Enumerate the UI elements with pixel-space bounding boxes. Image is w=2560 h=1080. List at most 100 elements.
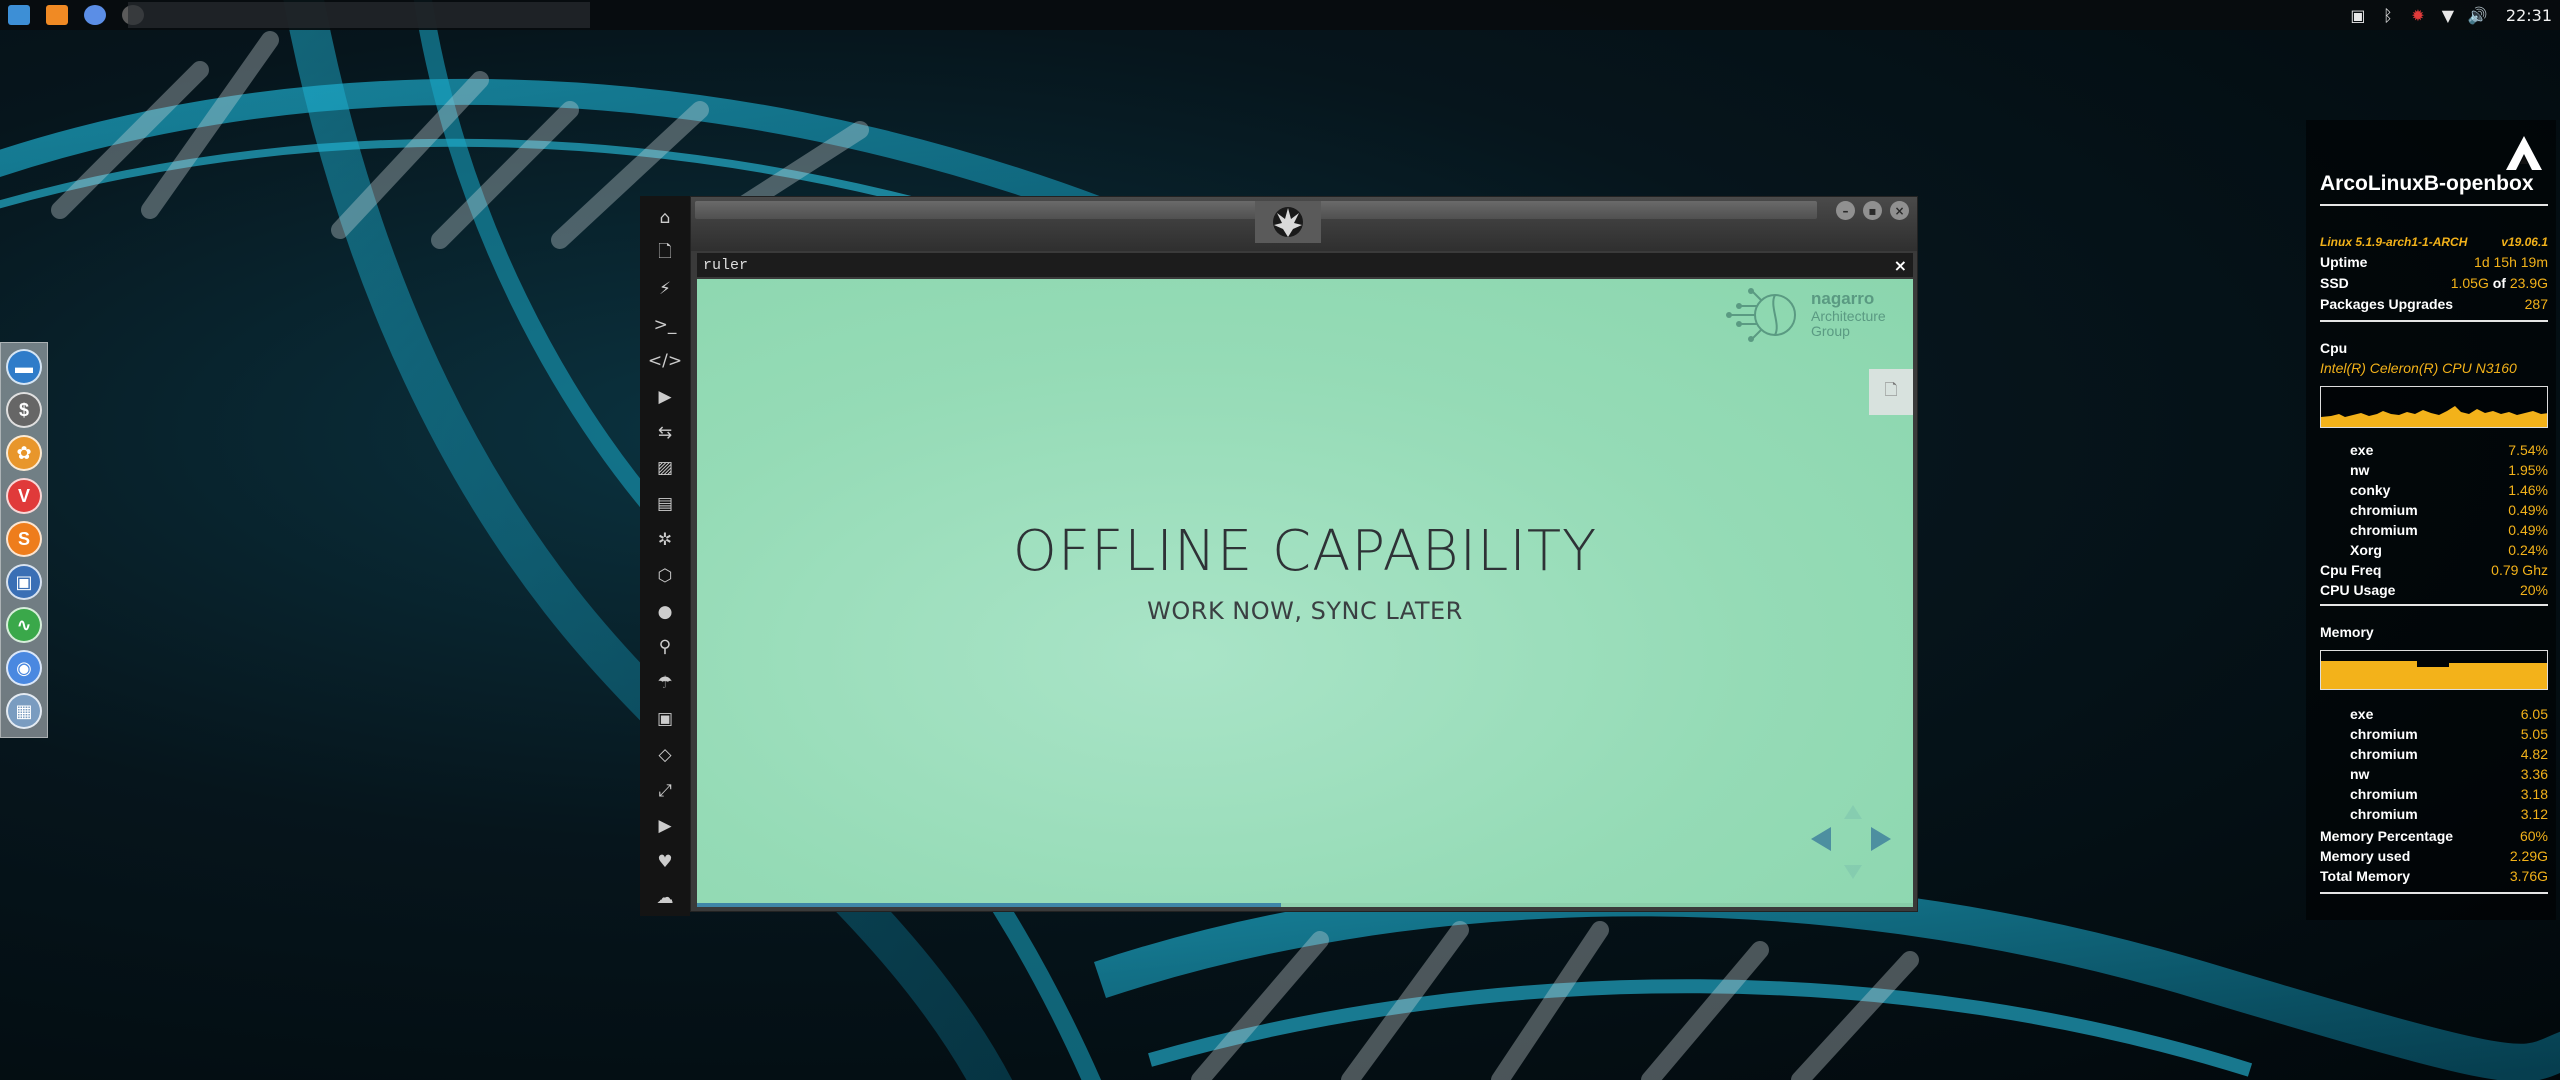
logo-line-1: Architecture [1811,307,1886,324]
chromium-icon [84,5,106,25]
cpu-usage-label: CPU Usage [2320,582,2396,598]
search-icon[interactable]: ⚲ [647,630,683,666]
launcher-chromium[interactable] [76,0,114,30]
dock-file-manager[interactable]: ▬ [6,349,42,385]
conky-hostname: ArcoLinuxB-openbox [2320,172,2534,195]
dock-monitor[interactable]: ∿ [6,607,42,643]
dock-settings[interactable]: ✿ [6,435,42,471]
minimize-button[interactable]: – [1836,201,1855,220]
dock-sublime[interactable]: S [6,521,42,557]
mem-used-label: Memory used [2320,848,2411,864]
document-icon[interactable]: 🗋 [647,236,683,272]
cpu-usage-value: 20% [2519,582,2548,598]
ssd-of: of [2492,275,2506,291]
process-name: nw [2350,766,2370,782]
nav-next-arrow-icon[interactable] [1871,827,1891,851]
file-manager-icon [8,5,30,25]
mem-total-value: 3.76G [2509,868,2548,884]
process-value: 6.05 [2520,706,2548,722]
slide[interactable]: nagarro Architecture Group 🗋 OFFLINE CAP… [697,279,1913,907]
process-row: nw 3.36 [2320,764,2548,784]
hexagon-icon[interactable]: ⬡ [647,558,683,594]
process-value: 3.18 [2520,786,2548,802]
process-name: chromium [2350,806,2418,822]
uptime-value: 1d 15h 19m [2474,254,2548,270]
nav-down-arrow-icon[interactable] [1844,865,1862,879]
tab-bar: ruler × [697,253,1913,277]
conky-kernel-row: Linux 5.1.9-arch1-1-ARCH v19.06.1 [2320,232,2548,252]
settings-icon: ✿ [16,442,32,463]
memory-section-title: Memory [2320,624,2374,640]
newspaper-icon[interactable]: ▤ [647,486,683,522]
logo-brand: nagarro [1811,289,1875,309]
terminal-icon: $ [18,399,29,420]
globe-icon[interactable]: ● [647,594,683,630]
conky-packages-row: Packages Upgrades 287 [2320,294,2548,314]
conky-ssd-row: SSD 1.05G of 23.9G [2320,273,2548,293]
app-sidebar: ⌂ 🗋 ⚡ >_ </> ▶ ⇆ ▨ ▤ ✲ ⬡ ● ⚲ ☂ ▣ ◇ ⤢ ▶ ♥ ☁ [640,196,690,916]
nav-prev-arrow-icon[interactable] [1811,827,1831,851]
presentation-window: – ▪ × ruler × nagarro Architecture Group… [690,196,1918,912]
ssd-total: 23.9G [2509,275,2548,291]
lightning-icon[interactable]: ⚡ [647,272,683,308]
heart-icon[interactable]: ♥ [647,844,683,880]
ssd-label: SSD [2320,275,2349,291]
process-name: exe [2350,442,2374,458]
youtube-icon[interactable]: ▶ [647,809,683,845]
volume-icon[interactable]: 🔊 [2468,5,2488,25]
system-monitor-icon: ∿ [16,614,32,635]
tab-close-button[interactable]: × [1894,256,1907,275]
dock-workspaces[interactable]: ▦ [6,693,42,729]
process-value: 0.49% [2508,502,2548,518]
screenshot-icon[interactable]: ▣ [2348,5,2368,25]
code-diamond-icon[interactable]: ◇ [647,737,683,773]
nav-up-arrow-icon[interactable] [1844,805,1862,819]
dock-chromium[interactable]: ◉ [6,650,42,686]
update-notifier-icon[interactable]: ✹ [2408,5,2428,25]
document-icon: 🗋 [1884,379,1898,399]
launcher-sublime-text[interactable] [38,0,76,30]
code-icon[interactable]: </> [647,343,683,379]
conky-cpu-usage-row: CPU Usage 20% [2320,580,2548,600]
title-bar[interactable]: – ▪ × [691,197,1917,251]
umbrella-icon[interactable]: ☂ [647,665,683,701]
image-icon[interactable]: ▨ [647,451,683,487]
memory-graph [2320,650,2548,690]
dock-screenshot[interactable]: ▣ [6,564,42,600]
process-name: chromium [2350,502,2418,518]
dock-terminal[interactable]: $ [6,392,42,428]
version-value: v19.06.1 [2501,235,2548,249]
vivaldi-icon: V [17,485,30,506]
close-button[interactable]: × [1890,201,1909,220]
launcher-file-manager[interactable] [0,0,38,30]
speaker-notes-button[interactable]: 🗋 [1869,369,1913,415]
maximize-button[interactable]: ▪ [1863,201,1882,220]
conky-cpu-freq-row: Cpu Freq 0.79 Ghz [2320,560,2548,580]
home-icon[interactable]: ⌂ [647,200,683,236]
cloud-icon[interactable]: ☁ [647,880,683,916]
expand-icon[interactable]: ⤢ [647,773,683,809]
tab-title[interactable]: ruler [703,257,748,274]
cpu-section-title: Cpu [2320,340,2348,356]
process-row: chromium 4.82 [2320,744,2548,764]
cpu-graph [2320,386,2548,428]
window-controls: – ▪ × [1836,201,1909,220]
contact-icon[interactable]: ▣ [647,701,683,737]
empire-icon[interactable]: ✲ [647,522,683,558]
mem-pct-value: 60% [2519,828,2548,844]
play-icon[interactable]: ▶ [647,379,683,415]
clock[interactable]: 22:31 [2506,6,2552,25]
conky-uptime-row: Uptime 1d 15h 19m [2320,252,2548,272]
process-row: chromium 0.49% [2320,520,2548,540]
taskbar[interactable] [128,2,590,28]
process-row: exe 6.05 [2320,704,2548,724]
wifi-icon[interactable]: ▼ [2438,5,2458,25]
ssd-used: 1.05G [2450,275,2489,291]
process-row: chromium 3.12 [2320,804,2548,824]
slide-progress-fill [697,903,1281,907]
bluetooth-icon[interactable]: ᛒ [2378,5,2398,25]
dock-vivaldi[interactable]: V [6,478,42,514]
divider [2320,204,2548,206]
translate-icon[interactable]: ⇆ [647,415,683,451]
terminal-icon[interactable]: >_ [647,307,683,343]
